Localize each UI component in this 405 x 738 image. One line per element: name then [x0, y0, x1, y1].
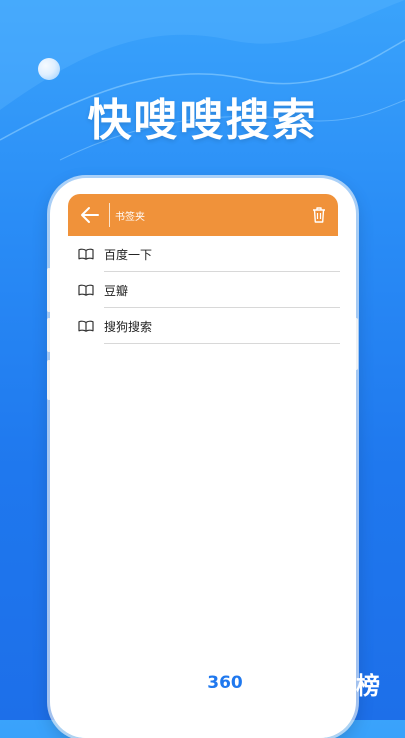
list-item[interactable]: 百度一下: [74, 236, 340, 272]
list-item[interactable]: 豆瓣: [74, 272, 340, 308]
app-screen: 书签夹 百度一下 豆瓣 搜狗搜索: [66, 194, 340, 738]
bookmark-label: 豆瓣: [104, 283, 129, 298]
watermark: 360 网站排行榜 -WANGZHAN360.CN-: [204, 662, 405, 720]
bookmark-label: 百度一下: [104, 247, 153, 262]
arrow-left-icon[interactable]: [80, 206, 100, 224]
page-title: 书签夹: [115, 212, 145, 223]
open-book-icon: [78, 320, 94, 332]
phone-frame: 书签夹 百度一下 豆瓣 搜狗搜索: [50, 178, 356, 738]
list-item[interactable]: 搜狗搜索: [74, 308, 340, 344]
title-bar: 书签夹: [68, 194, 338, 236]
open-book-icon: [78, 284, 94, 296]
trash-icon[interactable]: [312, 206, 326, 224]
decorative-bubble: [38, 58, 60, 80]
open-book-icon: [78, 248, 94, 260]
watermark-badge: 360: [204, 662, 246, 704]
bookmark-list: 百度一下 豆瓣 搜狗搜索: [66, 236, 340, 344]
title-divider: [109, 203, 110, 227]
watermark-name: 网站排行榜: [256, 672, 381, 700]
bookmark-label: 搜狗搜索: [104, 319, 153, 334]
watermark-domain: -WANGZHAN360.CN-: [256, 702, 355, 711]
promo-headline: 快嗖嗖搜索: [87, 95, 318, 146]
